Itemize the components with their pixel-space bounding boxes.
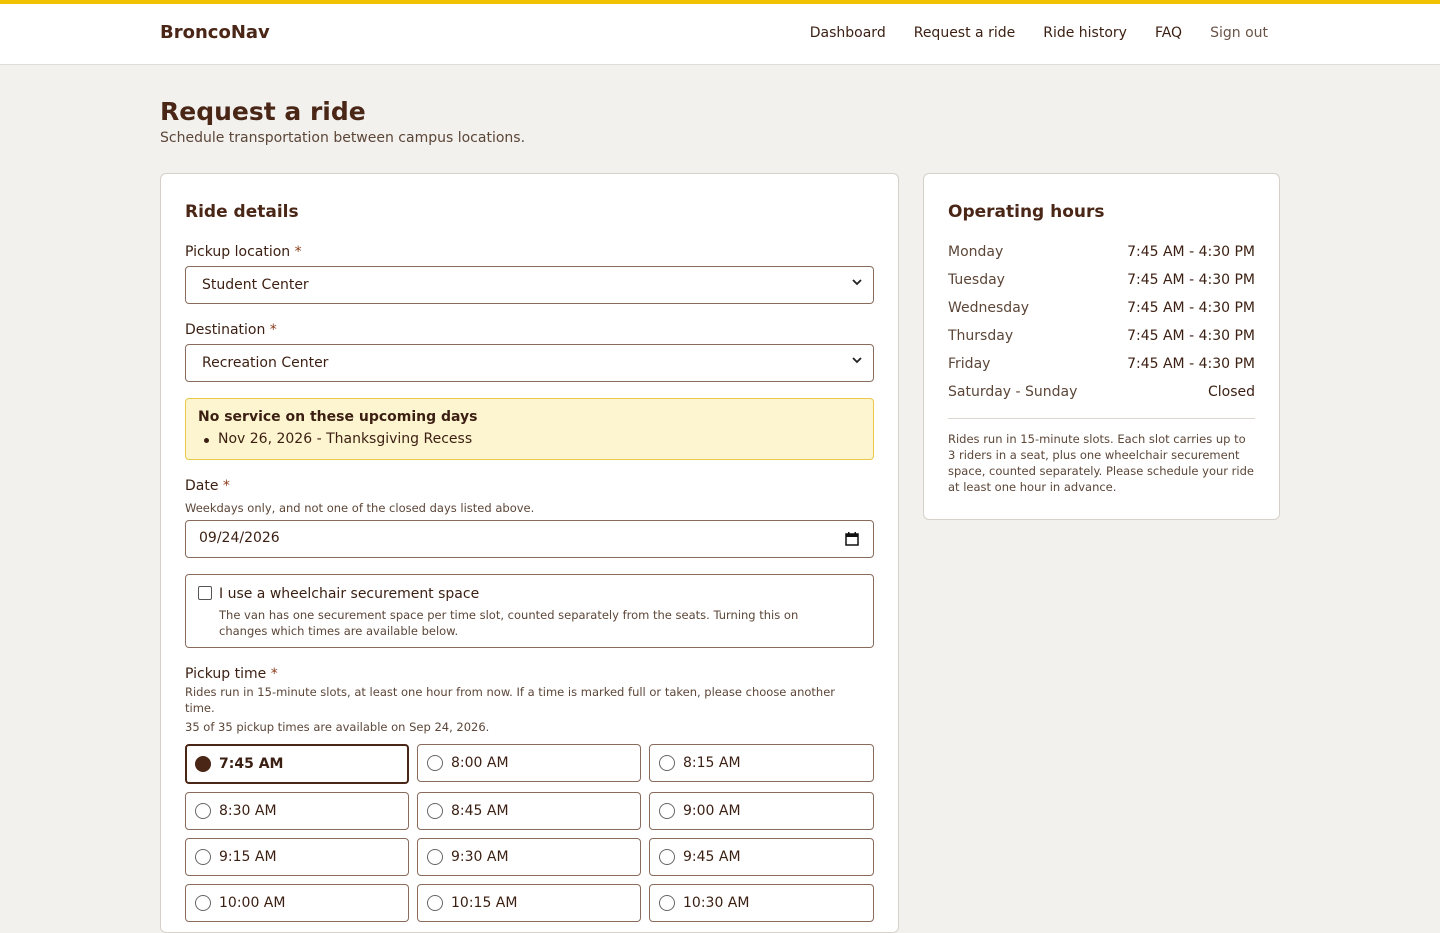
time-slot-label: 10:00 AM: [219, 895, 286, 911]
divider: [948, 418, 1255, 419]
time-slot-option[interactable]: 7:45 AM: [185, 744, 409, 784]
pickup-time-label: Pickup time *: [185, 666, 278, 682]
radio-icon[interactable]: [195, 803, 211, 819]
radio-icon[interactable]: [427, 755, 443, 771]
chevron-down-icon: [852, 357, 862, 364]
time-slot-option[interactable]: 10:30 AM: [649, 884, 874, 922]
time-slot-label: 8:00 AM: [451, 755, 509, 771]
hours-row: Saturday - Sunday Closed: [948, 378, 1255, 406]
alert-closed-day: Nov 26, 2026 - Thanksgiving Recess: [198, 431, 861, 447]
date-label: Date *: [185, 478, 230, 494]
time-slot-label: 10:15 AM: [451, 895, 518, 911]
wheelchair-label[interactable]: I use a wheelchair securement space: [219, 586, 479, 602]
date-value: 09/24/2026: [199, 530, 280, 546]
wheelchair-option: I use a wheelchair securement space The …: [185, 574, 874, 648]
radio-icon[interactable]: [427, 849, 443, 865]
time-slot-option[interactable]: 9:30 AM: [417, 838, 641, 876]
hours-row: Friday 7:45 AM - 4:30 PM: [948, 350, 1255, 378]
hours-row: Monday 7:45 AM - 4:30 PM: [948, 238, 1255, 266]
time-slot-option[interactable]: 9:15 AM: [185, 838, 409, 876]
radio-icon[interactable]: [659, 895, 675, 911]
alert-title: No service on these upcoming days: [198, 409, 478, 425]
main-nav: Dashboard Request a ride Ride history FA…: [810, 25, 1268, 41]
page-title: Request a ride: [160, 97, 366, 126]
radio-icon[interactable]: [427, 803, 443, 819]
nav-sign-out[interactable]: Sign out: [1210, 25, 1268, 41]
destination-label: Destination *: [185, 322, 277, 338]
nav-dashboard[interactable]: Dashboard: [810, 25, 886, 41]
hours-time: 7:45 AM - 4:30 PM: [1127, 272, 1255, 288]
hours-row: Thursday 7:45 AM - 4:30 PM: [948, 322, 1255, 350]
time-slot-label: 9:45 AM: [683, 849, 741, 865]
time-slot-option[interactable]: 8:30 AM: [185, 792, 409, 830]
time-slot-label: 8:30 AM: [219, 803, 277, 819]
radio-icon[interactable]: [195, 895, 211, 911]
radio-icon[interactable]: [195, 756, 211, 772]
time-slot-option[interactable]: 9:00 AM: [649, 792, 874, 830]
closure-alert: No service on these upcoming days Nov 26…: [185, 398, 874, 460]
radio-icon[interactable]: [659, 755, 675, 771]
pickup-value: Student Center: [202, 277, 309, 293]
wheelchair-checkbox[interactable]: [198, 586, 212, 600]
pickup-label: Pickup location *: [185, 244, 302, 260]
time-slot-option[interactable]: 8:00 AM: [417, 744, 641, 782]
calendar-icon[interactable]: [845, 532, 859, 546]
hours-day: Friday: [948, 356, 991, 372]
time-slot-option[interactable]: 10:15 AM: [417, 884, 641, 922]
date-input[interactable]: 09/24/2026: [185, 520, 874, 558]
time-slot-grid: 7:45 AM 8:00 AM 8:15 AM 8:30 AM 8:45 AM 9:00 …: [185, 744, 874, 922]
hours-time: 7:45 AM - 4:30 PM: [1127, 300, 1255, 316]
page-subtitle: Schedule transportation between campus l…: [160, 130, 526, 146]
wheelchair-description: The van has one securement space per tim…: [219, 608, 799, 638]
operating-hours-heading: Operating hours: [948, 202, 1105, 222]
time-slot-option[interactable]: 8:45 AM: [417, 792, 641, 830]
pickup-select[interactable]: Student Center: [185, 266, 874, 304]
hours-table: Monday 7:45 AM - 4:30 PM Tuesday 7:45 AM - …: [948, 238, 1255, 406]
time-slot-label: 10:30 AM: [683, 895, 750, 911]
time-slot-label: 9:00 AM: [683, 803, 741, 819]
availability-text: 35 of 35 pickup times are available on S…: [185, 720, 490, 734]
time-slot-option[interactable]: 8:15 AM: [649, 744, 874, 782]
time-slot-option[interactable]: 9:45 AM: [649, 838, 874, 876]
chevron-down-icon: [852, 279, 862, 286]
radio-icon[interactable]: [195, 849, 211, 865]
hours-day: Thursday: [948, 328, 1014, 344]
hours-time: 7:45 AM - 4:30 PM: [1127, 356, 1255, 372]
time-slot-label: 9:30 AM: [451, 849, 509, 865]
time-slot-label: 7:45 AM: [219, 756, 284, 772]
hours-row: Tuesday 7:45 AM - 4:30 PM: [948, 266, 1255, 294]
time-slot-label: 8:45 AM: [451, 803, 509, 819]
radio-icon[interactable]: [427, 895, 443, 911]
radio-icon[interactable]: [659, 849, 675, 865]
nav-request-ride[interactable]: Request a ride: [914, 25, 1016, 41]
ride-details-heading: Ride details: [185, 202, 299, 222]
pickup-time-hint: Rides run in 15-minute slots, at least o…: [185, 685, 836, 715]
nav-faq[interactable]: FAQ: [1155, 25, 1182, 41]
operating-hours-card: Operating hours Monday 7:45 AM - 4:30 PM T…: [923, 173, 1280, 520]
time-slot-label: 8:15 AM: [683, 755, 741, 771]
hours-time: 7:45 AM - 4:30 PM: [1127, 244, 1255, 260]
hours-day: Wednesday: [948, 300, 1030, 316]
hours-note: Rides run in 15-minute slots. Each slot …: [948, 432, 1254, 494]
time-slot-option[interactable]: 10:00 AM: [185, 884, 409, 922]
date-hint: Weekdays only, and not one of the closed…: [185, 501, 535, 515]
time-slot-label: 9:15 AM: [219, 849, 277, 865]
hours-row: Wednesday 7:45 AM - 4:30 PM: [948, 294, 1255, 322]
hours-time: Closed: [1207, 384, 1255, 400]
destination-select[interactable]: Recreation Center: [185, 344, 874, 382]
hours-day: Saturday - Sunday: [948, 384, 1078, 400]
top-navbar: BroncoNav Dashboard Request a ride Ride …: [0, 0, 1440, 65]
radio-icon[interactable]: [659, 803, 675, 819]
hours-time: 7:45 AM - 4:30 PM: [1127, 328, 1255, 344]
ride-details-card: Ride details Pickup location * Student C…: [160, 173, 899, 933]
hours-day: Tuesday: [948, 272, 1005, 288]
hours-day: Monday: [948, 244, 1004, 260]
brand-logo[interactable]: BroncoNav: [160, 22, 270, 43]
nav-ride-history[interactable]: Ride history: [1043, 25, 1127, 41]
destination-value: Recreation Center: [202, 355, 329, 371]
